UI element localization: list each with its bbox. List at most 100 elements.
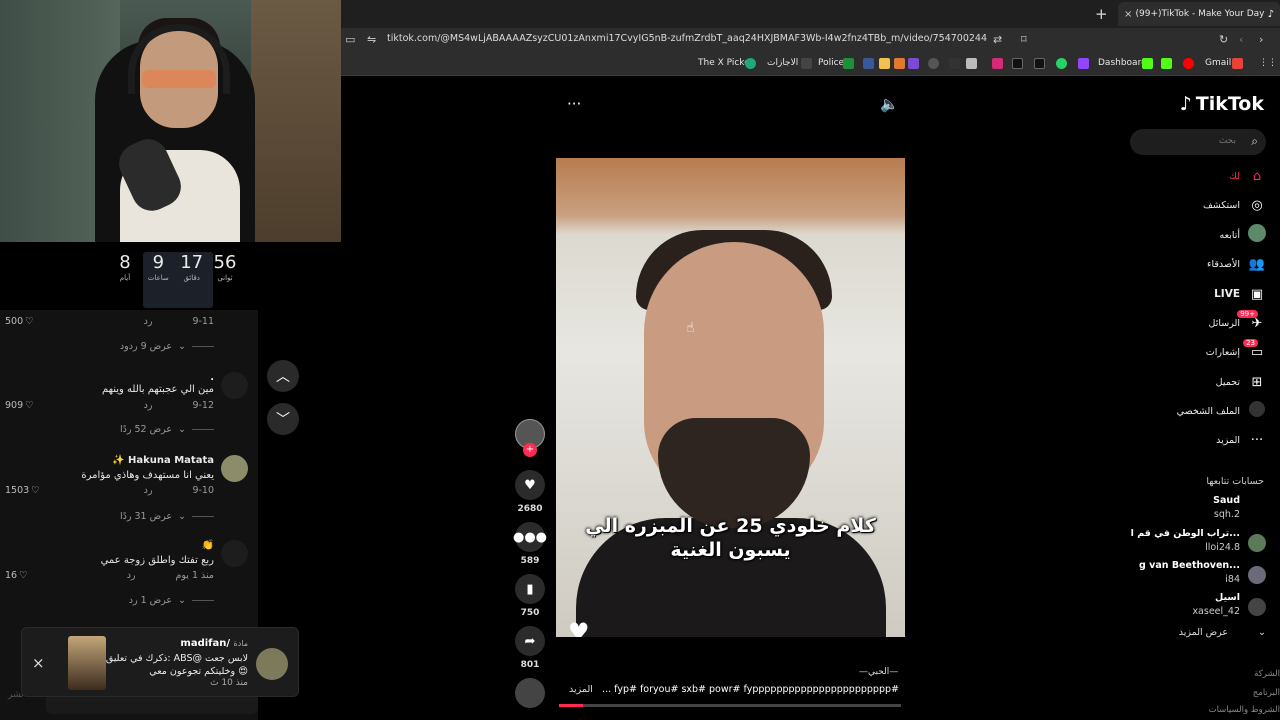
sidebar-item-notifications[interactable]: ▭ 23 إشعارات — [1146, 338, 1266, 363]
view-replies-button[interactable]: عرض 52 ردًا ⌄ — [120, 424, 214, 435]
more-icon: ··· — [1250, 432, 1264, 448]
sidebar-item-explore[interactable]: ◎ استكشف — [1146, 194, 1266, 216]
browser-tab[interactable]: × (99+)TikTok - Make Your Day ♪ — [1118, 2, 1280, 26]
footer-link[interactable]: الشروط والسياسات — [1209, 705, 1280, 715]
sidebar-item-profile[interactable]: الملف الشخصي — [1146, 400, 1266, 422]
following-account[interactable]: Saud sqh.2 — [1126, 494, 1266, 526]
orange-icon[interactable] — [894, 58, 905, 69]
yellow-icon[interactable] — [879, 58, 890, 69]
like-button[interactable]: ♥ 2680 — [512, 470, 548, 514]
grey-icon[interactable] — [966, 58, 977, 69]
next-video-button[interactable]: ﹀ — [267, 403, 299, 435]
friends-icon: 👥 — [1248, 256, 1266, 272]
creator-avatar-button[interactable]: + — [512, 419, 548, 457]
reply-link[interactable]: رد — [127, 570, 136, 581]
music-disc-button[interactable] — [512, 678, 548, 708]
share-button[interactable]: ➦ 801 — [512, 626, 548, 670]
gmail-icon[interactable] — [1232, 58, 1243, 69]
bookmark-icon[interactable]: ⌑ — [1021, 33, 1027, 46]
tiktok-favicon-icon: ♪ — [1267, 8, 1274, 20]
sidebar-toggle-icon[interactable]: ▭ — [345, 33, 355, 46]
bookmark-dashboard[interactable]: Dashboard — [1098, 58, 1147, 68]
view-replies-button[interactable]: عرض 31 ردًا ⌄ — [120, 511, 214, 522]
twitch-icon[interactable] — [1078, 58, 1089, 69]
video-progress-bar[interactable] — [559, 704, 901, 707]
avatar — [1248, 598, 1266, 616]
share-link-icon[interactable]: ⇄ — [993, 33, 1002, 46]
video-description: #fyp# foryou# sxb# powr# fyppppppppppppp… — [569, 684, 899, 695]
bookmark-gmail[interactable]: Gmail — [1205, 58, 1231, 68]
comment-meta: 9-11 رد — [143, 316, 214, 327]
view-replies-button[interactable]: عرض 1 رد ⌄ — [129, 595, 214, 606]
youtube-icon[interactable] — [1183, 58, 1194, 69]
sidebar-item-for-you[interactable]: ⌂ لك — [1146, 165, 1266, 187]
comment-button[interactable]: ●●● 589 — [512, 522, 548, 566]
bookmark-vacations[interactable]: الاجازات — [767, 58, 798, 68]
comment-meta: منذ 1 يوم رد — [126, 570, 214, 581]
sidebar-item-more[interactable]: ··· المزيد — [1146, 429, 1266, 451]
reply-link[interactable]: رد — [144, 316, 153, 327]
avatar[interactable] — [221, 372, 248, 399]
github-icon[interactable] — [928, 58, 939, 69]
follow-plus-icon[interactable]: + — [523, 443, 537, 457]
notification-toast[interactable]: × madifan/ مادة ذكرك في تعليق: ABS@ لابس… — [21, 627, 299, 697]
comment-username[interactable]: ✨ Hakuna Matata — [112, 455, 214, 466]
tiktok-note-icon: ♪ — [1179, 93, 1192, 115]
comment-icon: ●●● — [513, 522, 547, 552]
following-account[interactable]: g van Beethoven... i84 — [1126, 559, 1266, 591]
comment-username[interactable]: 👏 — [202, 540, 214, 551]
comment-like-button[interactable]: 16 ♡ — [5, 570, 28, 581]
bookmark-police[interactable]: Police — [818, 58, 844, 68]
purple-s-icon[interactable] — [908, 58, 919, 69]
sidebar-item-upload[interactable]: ⊞ تحميل — [1146, 371, 1266, 393]
footer-link[interactable]: البرنامج — [1253, 688, 1280, 698]
reply-link[interactable]: رد — [144, 485, 153, 496]
show-more-button[interactable]: ⌄ عرض المزيد — [1179, 627, 1266, 638]
reply-link[interactable]: رد — [144, 400, 153, 411]
sidebar-item-live[interactable]: ▣ LIVE — [1146, 283, 1266, 305]
footer-link[interactable]: الشركة — [1254, 669, 1280, 679]
view-replies-button[interactable]: عرض 9 ردود ⌄ — [120, 341, 214, 352]
dark-icon[interactable] — [949, 58, 960, 69]
comment-username[interactable]: . — [210, 372, 214, 383]
avatar[interactable] — [256, 648, 288, 680]
tab-close-icon[interactable]: × — [1124, 9, 1132, 20]
new-tab-button[interactable]: + — [1095, 5, 1108, 23]
link-icon[interactable] — [863, 58, 874, 69]
close-icon[interactable]: × — [32, 654, 45, 672]
tiktok-icon[interactable] — [1012, 58, 1023, 69]
whatsapp-icon[interactable] — [1056, 58, 1067, 69]
comment-like-button[interactable]: 909 ♡ — [5, 400, 34, 411]
site-info-icon[interactable]: ⇋ — [367, 33, 376, 46]
search-input[interactable]: بحث ⌕ — [1130, 129, 1266, 155]
kick-icon[interactable] — [1161, 58, 1172, 69]
tiktok-logo[interactable]: ♪ TikTok — [1180, 93, 1264, 115]
heart-outline-icon: ♡ — [25, 316, 34, 327]
volume-icon[interactable]: 🔈 — [880, 95, 899, 113]
following-account[interactable]: اسيل xaseel_42 — [1126, 591, 1266, 623]
video-player[interactable]: كلام خلودي 25 عن المبزره الي يسبون الغني… — [556, 158, 905, 637]
avatar[interactable] — [221, 540, 248, 567]
sidebar-item-friends[interactable]: 👥 الأصدقاء — [1146, 253, 1266, 275]
sidebar-item-messages[interactable]: ✈ 99+ الرسائل — [1146, 309, 1266, 334]
following-account[interactable]: تراب الوطن في قم ا... lloi24.8 — [1126, 527, 1266, 559]
more-bookmarks-icon[interactable]: ⋮⋮ — [1259, 58, 1277, 68]
url-input[interactable]: tiktok.com/@MS4wLjABAAAAZsyzCU01zAnxmi17… — [387, 33, 987, 44]
sidebar-item-following[interactable]: أتابعه — [1146, 224, 1266, 246]
previous-video-button[interactable]: ︿ — [267, 360, 299, 392]
comment-like-button[interactable]: 500 ♡ — [5, 316, 34, 327]
video-author[interactable]: —الحبي— — [859, 667, 898, 677]
instagram-icon[interactable] — [992, 58, 1003, 69]
more-options-icon[interactable]: ··· — [567, 95, 581, 113]
avatar[interactable] — [221, 455, 248, 482]
x-twitter-icon[interactable] — [1034, 58, 1045, 69]
save-button[interactable]: ▮ 750 — [512, 574, 548, 618]
forward-icon[interactable]: › — [1259, 33, 1263, 46]
back-icon[interactable]: ‹ — [1239, 33, 1243, 46]
comment-like-button[interactable]: 1503 ♡ — [5, 485, 40, 496]
read-more-button[interactable]: المزيد — [569, 684, 593, 695]
kick-icon[interactable] — [1142, 58, 1153, 69]
reload-icon[interactable]: ↻ — [1219, 33, 1228, 46]
chevron-down-icon: ⌄ — [178, 424, 186, 435]
search-icon[interactable]: ⌕ — [1251, 134, 1258, 149]
